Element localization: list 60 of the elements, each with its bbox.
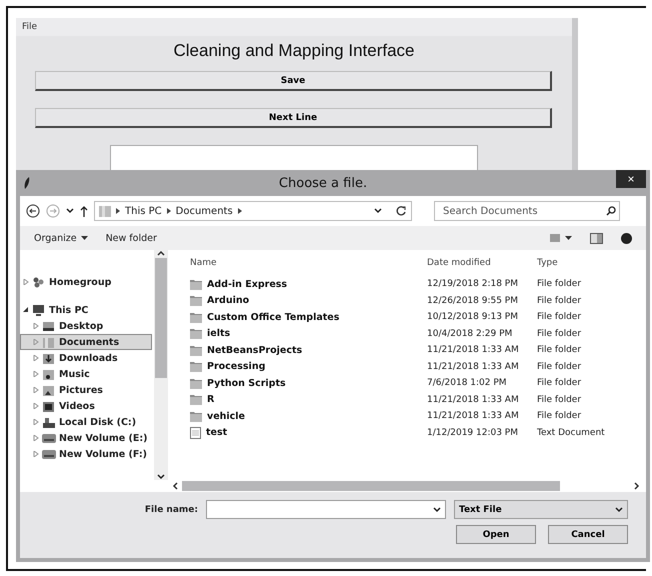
dialog-button[interactable]: Open xyxy=(456,525,536,544)
column-header[interactable]: Name xyxy=(190,258,427,268)
file-type-select[interactable]: Text File xyxy=(454,500,628,519)
file-date: 11/21/2018 1:33 AM xyxy=(427,362,520,372)
nav-item[interactable]: New Volume (F:) xyxy=(20,446,152,462)
file-date: 11/21/2018 1:33 AM xyxy=(427,394,520,405)
file-name[interactable]: test xyxy=(190,426,427,439)
file-date: 10/4/2018 2:29 PM xyxy=(427,328,514,339)
file-name[interactable]: Custom Office Templates xyxy=(190,312,427,323)
nav-item[interactable]: Documents xyxy=(20,334,152,350)
file-type: Text Document xyxy=(537,428,606,438)
nav-item[interactable]: Local Disk (C:) xyxy=(20,414,152,430)
file-name[interactable]: ielts xyxy=(190,328,427,340)
nav-item[interactable]: This PC xyxy=(20,302,152,318)
dialog-button[interactable]: Cancel xyxy=(548,525,628,544)
file-type: File folder xyxy=(537,328,582,339)
breadcrumb[interactable]: This PC xyxy=(125,206,162,216)
file-name[interactable]: Python Scripts xyxy=(190,378,427,389)
dialog-title: Choose a file. xyxy=(278,176,368,190)
file-date: 11/21/2018 1:33 AM xyxy=(427,411,520,422)
file-type: File folder xyxy=(537,394,582,405)
file-type: File folder xyxy=(537,296,582,306)
file-type: File folder xyxy=(537,362,582,372)
file-date: 12/19/2018 2:18 PM xyxy=(427,279,519,290)
nav-item[interactable]: New Volume (E:) xyxy=(20,430,152,446)
file-name[interactable]: NetBeansProjects xyxy=(190,344,427,356)
nav-item[interactable]: Music xyxy=(20,366,152,382)
menu-item[interactable]: File xyxy=(22,22,38,32)
search-field[interactable]: Search Documents xyxy=(434,201,620,221)
file-type: File folder xyxy=(537,345,582,356)
file-type: File folder xyxy=(537,411,582,422)
file-type: File folder xyxy=(537,279,582,290)
toolbar-button[interactable]: New folder xyxy=(106,232,157,244)
file-type: File folder xyxy=(537,312,582,322)
nav-item[interactable]: Homegroup xyxy=(20,274,152,290)
nav-item[interactable]: Desktop xyxy=(20,318,152,334)
column-header[interactable]: Date modified xyxy=(427,258,537,268)
file-date: 10/12/2018 9:13 PM xyxy=(427,312,519,322)
nav-item[interactable]: Downloads xyxy=(20,350,152,366)
file-date: 7/6/2018 1:02 PM xyxy=(427,378,508,388)
nav-item[interactable]: Videos xyxy=(20,398,152,414)
file-date: 11/21/2018 1:33 AM xyxy=(427,345,520,356)
file-type: File folder xyxy=(537,378,582,388)
file-name[interactable]: vehicle xyxy=(190,410,427,422)
file-name[interactable]: Arduino xyxy=(190,295,427,306)
file-name-label: File name: xyxy=(144,504,198,514)
toolbar-button[interactable]: Organize xyxy=(34,232,88,244)
column-header[interactable]: Type xyxy=(537,258,646,268)
file-name[interactable]: Processing xyxy=(190,361,427,372)
file-name[interactable]: Add-in Express xyxy=(190,278,427,290)
close-button[interactable]: × xyxy=(616,170,646,188)
app-button[interactable]: Next Line xyxy=(35,108,552,128)
app-title: Cleaning and Mapping Interface xyxy=(172,41,416,61)
nav-item[interactable]: Pictures xyxy=(20,382,152,398)
file-date: 12/26/2018 9:55 PM xyxy=(427,296,519,306)
app-button[interactable]: Save xyxy=(35,71,552,91)
file-date: 1/12/2019 12:03 PM xyxy=(427,428,519,438)
breadcrumb[interactable]: Documents xyxy=(176,206,233,216)
address-bar[interactable]: This PC Documents xyxy=(94,201,412,221)
file-name[interactable]: R xyxy=(190,394,427,406)
